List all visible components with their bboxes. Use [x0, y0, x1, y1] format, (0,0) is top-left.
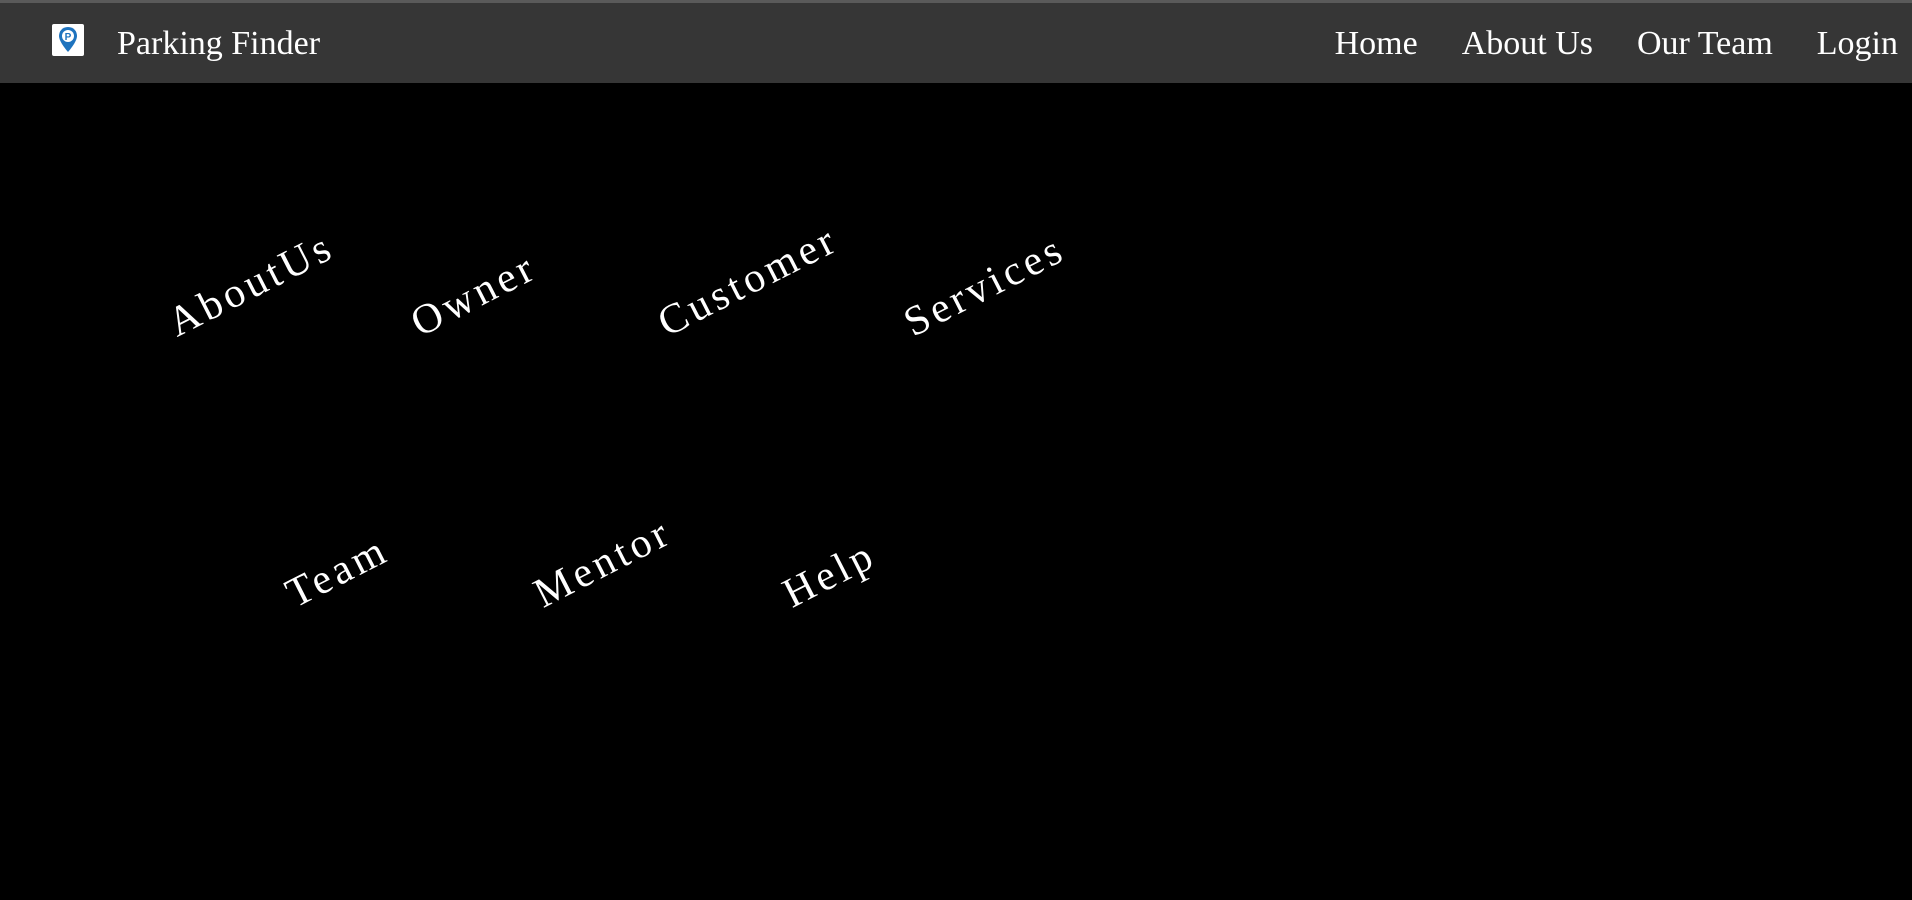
nav-about-us-link[interactable]: About Us: [1462, 24, 1593, 64]
tilted-link-mentor[interactable]: Mentor: [526, 508, 679, 618]
nav-our-team-link[interactable]: Our Team: [1637, 24, 1773, 64]
tilted-link-owner[interactable]: Owner: [403, 243, 545, 347]
tilted-link-services[interactable]: Services: [896, 225, 1073, 347]
nav-login-link[interactable]: Login: [1817, 24, 1898, 64]
tilted-link-aboutus[interactable]: AboutUs: [160, 223, 342, 347]
tilted-link-team[interactable]: Team: [278, 526, 397, 618]
tilted-link-customer[interactable]: Customer: [650, 216, 846, 347]
top-navbar: P Parking Finder Home About Us Our Team …: [0, 3, 1912, 83]
parking-pin-icon[interactable]: P: [52, 24, 84, 56]
tilted-link-help[interactable]: Help: [775, 531, 884, 618]
nav-links: Home About Us Our Team Login: [1291, 24, 1898, 64]
brand-name-link[interactable]: Parking Finder: [117, 24, 320, 64]
svg-text:P: P: [65, 32, 72, 43]
nav-home-link[interactable]: Home: [1335, 24, 1418, 64]
main-stage: AboutUs Owner Customer Services Team Men…: [0, 83, 1912, 900]
